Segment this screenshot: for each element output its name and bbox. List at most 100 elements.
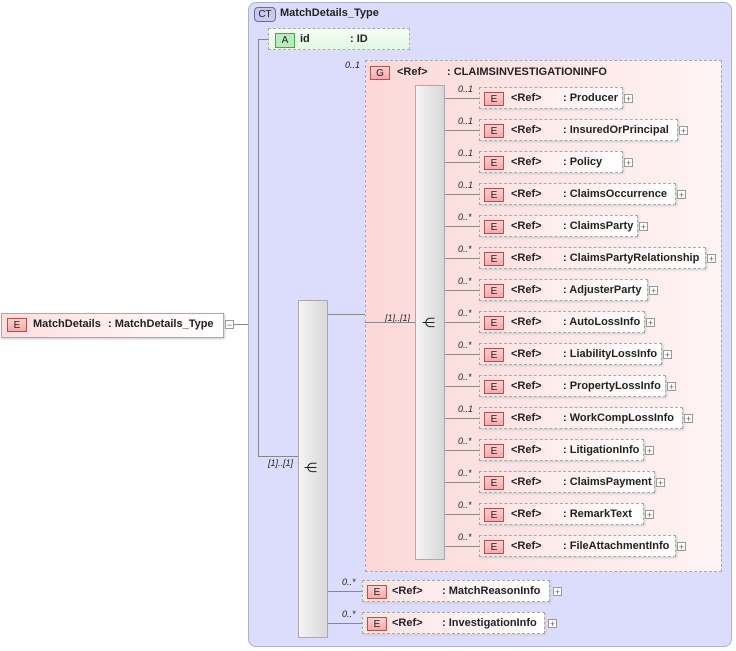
expand-toggle[interactable]: + xyxy=(553,587,562,597)
element-ref: <Ref> xyxy=(511,316,542,328)
connector xyxy=(445,322,479,323)
expand-toggle[interactable]: + xyxy=(639,222,648,232)
element-cardinality: 0..* xyxy=(458,212,472,222)
element-ref: <Ref> xyxy=(511,92,542,104)
root-name: MatchDetails xyxy=(33,318,101,330)
attribute-name: id xyxy=(300,33,310,45)
element-ref: <Ref> xyxy=(511,188,542,200)
element-cardinality: 0..* xyxy=(458,308,472,318)
connector xyxy=(445,258,479,259)
element-name: : InsuredOrPrincipal xyxy=(563,124,669,136)
connector xyxy=(365,322,415,323)
element-ref: <Ref> xyxy=(511,380,542,392)
element-cardinality: 0..* xyxy=(458,436,472,446)
group-badge: G xyxy=(370,66,390,80)
element-cardinality: 0..* xyxy=(458,276,472,286)
expand-toggle[interactable]: + xyxy=(624,158,633,168)
element-badge: E xyxy=(7,318,27,332)
sequence-icon: ⋲ xyxy=(304,460,317,475)
expand-toggle[interactable]: + xyxy=(684,414,693,424)
element-badge: E xyxy=(484,348,504,362)
collapse-toggle[interactable]: − xyxy=(225,320,234,330)
expand-toggle[interactable]: + xyxy=(679,126,688,136)
connector xyxy=(258,39,259,456)
expand-toggle[interactable]: + xyxy=(548,619,557,629)
element-ref: <Ref> xyxy=(392,617,423,629)
element-name: : ClaimsPartyRelationship xyxy=(563,252,700,264)
element-badge: E xyxy=(484,220,504,234)
group-name: : CLAIMSINVESTIGATIONINFO xyxy=(447,66,607,78)
element-name: : RemarkText xyxy=(563,508,632,520)
connector xyxy=(328,591,362,592)
element-cardinality: 0..1 xyxy=(458,116,474,126)
element-cardinality: 0..* xyxy=(342,609,356,619)
element-ref: <Ref> xyxy=(511,124,542,136)
element-badge: E xyxy=(484,476,504,490)
element-cardinality: 0..* xyxy=(458,500,472,510)
connector xyxy=(445,354,479,355)
expand-toggle[interactable]: + xyxy=(645,510,654,520)
element-badge: E xyxy=(484,92,504,106)
element-name: : InvestigationInfo xyxy=(442,617,537,629)
element-ref: <Ref> xyxy=(392,585,423,597)
element-badge: E xyxy=(484,316,504,330)
expand-toggle[interactable]: + xyxy=(624,94,633,104)
element-badge: E xyxy=(484,188,504,202)
element-badge: E xyxy=(367,585,387,599)
expand-toggle[interactable]: + xyxy=(649,286,658,296)
element-name: : ClaimsParty xyxy=(563,220,634,232)
element-name: : WorkCompLossInfo xyxy=(563,412,675,424)
element-badge: E xyxy=(484,540,504,554)
connector xyxy=(445,194,479,195)
element-cardinality: 0..* xyxy=(342,577,356,587)
element-cardinality: 0..* xyxy=(458,340,472,350)
attribute-badge: A xyxy=(275,33,295,48)
connector xyxy=(328,314,365,315)
element-badge: E xyxy=(484,380,504,394)
element-name: : Producer xyxy=(563,92,619,104)
connector xyxy=(445,482,479,483)
element-badge: E xyxy=(484,412,504,426)
outer-sequence-cardinality: [1]..[1] xyxy=(268,458,294,468)
complex-type-name: MatchDetails_Type xyxy=(280,7,379,19)
expand-toggle[interactable]: + xyxy=(707,254,716,264)
group-ref: <Ref> xyxy=(397,66,428,78)
element-name: : PropertyLossInfo xyxy=(563,380,661,392)
element-ref: <Ref> xyxy=(511,284,542,296)
expand-toggle[interactable]: + xyxy=(645,446,654,456)
element-cardinality: 0..* xyxy=(458,532,472,542)
root-type: : MatchDetails_Type xyxy=(108,318,214,330)
element-cardinality: 0..1 xyxy=(458,404,474,414)
element-name: : AdjusterParty xyxy=(563,284,642,296)
element-ref: <Ref> xyxy=(511,156,542,168)
complex-type-badge: CT xyxy=(254,7,276,22)
element-badge: E xyxy=(484,252,504,266)
sequence-icon: ⋲ xyxy=(422,315,435,330)
element-ref: <Ref> xyxy=(511,508,542,520)
expand-toggle[interactable]: + xyxy=(677,190,686,200)
element-name: : MatchReasonInfo xyxy=(442,585,541,597)
group-cardinality: 0..1 xyxy=(345,60,361,70)
element-cardinality: 0..* xyxy=(458,244,472,254)
connector xyxy=(445,450,479,451)
expand-toggle[interactable]: + xyxy=(677,542,686,552)
element-ref: <Ref> xyxy=(511,476,542,488)
element-cardinality: 0..1 xyxy=(458,84,474,94)
expand-toggle[interactable]: + xyxy=(663,350,672,360)
expand-toggle[interactable]: + xyxy=(656,478,665,488)
attribute-type: : ID xyxy=(350,33,368,45)
expand-toggle[interactable]: + xyxy=(667,382,676,392)
element-ref: <Ref> xyxy=(511,252,542,264)
expand-toggle[interactable]: + xyxy=(646,318,655,328)
element-cardinality: 0..* xyxy=(458,372,472,382)
element-ref: <Ref> xyxy=(511,540,542,552)
element-ref: <Ref> xyxy=(511,444,542,456)
connector xyxy=(445,514,479,515)
connector xyxy=(445,386,479,387)
connector xyxy=(445,162,479,163)
element-ref: <Ref> xyxy=(511,412,542,424)
element-cardinality: 0..1 xyxy=(458,148,474,158)
element-name: : ClaimsPayment xyxy=(563,476,652,488)
element-badge: E xyxy=(484,124,504,138)
connector xyxy=(445,98,479,99)
